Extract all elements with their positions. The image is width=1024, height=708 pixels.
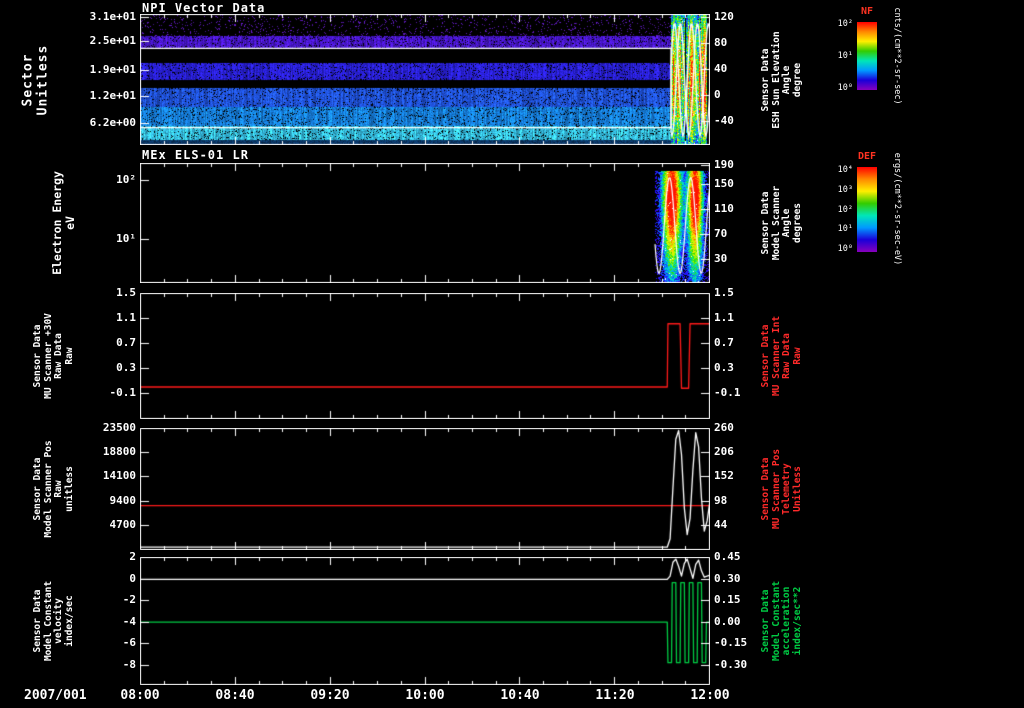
y-tick-label: 260 xyxy=(714,421,734,434)
science-plot-page: NPI Vector Data MEx ELS-01 LR Sector Uni… xyxy=(0,0,1024,708)
x-tick-label: 12:00 xyxy=(690,688,730,703)
y-tick-label: 0.7 xyxy=(714,336,734,349)
y-axis-label-mu-scanner-int: Sensor Data MU Scanner Int Raw Data Raw xyxy=(759,315,803,397)
y-tick-label: 190 xyxy=(714,158,734,172)
x-tick-label: 11:20 xyxy=(595,688,635,703)
colorbar-tick-label: 10¹ xyxy=(837,224,853,235)
plot-canvas-1 xyxy=(140,163,710,283)
y-tick-label: 110 xyxy=(714,202,734,216)
colorbar-nf xyxy=(857,22,877,90)
y-tick-label: 0.45 xyxy=(714,550,741,563)
y-tick-label: 120 xyxy=(714,9,734,23)
y-tick-label: 1.5 xyxy=(116,286,136,299)
panel-title-els: MEx ELS-01 LR xyxy=(142,148,249,162)
y-tick-label: 10¹ xyxy=(116,232,136,246)
y-tick-label: 0.3 xyxy=(714,361,734,374)
colorbar-tick-label: 10¹ xyxy=(837,51,853,61)
plot-canvas-0 xyxy=(140,14,710,145)
colorbar-nf-title: NF xyxy=(860,6,874,17)
y-tick-label: 1.1 xyxy=(116,311,136,324)
y-tick-label: 70 xyxy=(714,227,728,241)
y-tick-label: -0.30 xyxy=(714,657,748,671)
y-tick-label: 206 xyxy=(714,445,734,459)
y-tick-label: 1.1 xyxy=(714,311,734,324)
colorbar-tick-label: 10⁰ xyxy=(837,244,853,255)
plot-canvas-4 xyxy=(140,557,710,685)
y-axis-label-model-scanner-angle: Sensor Data Model Scanner Angle degrees xyxy=(759,185,803,261)
y-tick-label: 0.15 xyxy=(714,593,741,607)
y-tick-label: 98 xyxy=(714,493,728,507)
x-tick-label: 10:00 xyxy=(405,688,445,703)
y-tick-label: 0.00 xyxy=(714,614,741,628)
y-tick-label: 23500 xyxy=(102,421,136,434)
y-tick-label: -0.1 xyxy=(714,386,741,399)
colorbar-def xyxy=(857,167,877,252)
panel-title-npi: NPI Vector Data xyxy=(142,1,266,15)
y-tick-label: 30 xyxy=(714,252,728,266)
colorbar-tick-label: 10³ xyxy=(837,184,853,195)
y-tick-label: -0.1 xyxy=(109,386,137,399)
y-tick-label: 2 xyxy=(129,550,136,563)
y-tick-label: 6.2e+00 xyxy=(89,116,136,130)
x-tick-label: 09:20 xyxy=(310,688,350,703)
x-tick-label: 08:40 xyxy=(215,688,255,703)
colorbar-nf-unit: cnts/(cm**2-sr-sec) xyxy=(892,7,902,105)
y-tick-label: 1.2e+01 xyxy=(89,88,136,102)
x-tick-label: 08:00 xyxy=(120,688,160,703)
y-axis-label-sector: Sector Unitless xyxy=(20,44,50,116)
y-tick-label: -40 xyxy=(714,113,734,127)
y-tick-label: -6 xyxy=(122,636,136,650)
y-tick-label: 0 xyxy=(714,87,721,101)
plot-canvas-3 xyxy=(140,428,710,550)
y-tick-label: 152 xyxy=(714,469,734,483)
y-tick-label: 0.7 xyxy=(116,336,136,349)
y-tick-label: 4700 xyxy=(109,517,137,531)
y-tick-label: -8 xyxy=(122,657,136,671)
x-axis-date-label: 2007/001 xyxy=(24,688,87,703)
y-tick-label: 1.5 xyxy=(714,286,734,299)
y-tick-label: -0.15 xyxy=(714,636,748,650)
y-tick-label: 1.9e+01 xyxy=(89,62,136,76)
y-tick-label: 10² xyxy=(116,172,136,186)
plot-canvas-2 xyxy=(140,293,710,419)
colorbar-def-title: DEF xyxy=(857,151,877,162)
y-tick-label: 0.30 xyxy=(714,571,741,585)
y-tick-label: 44 xyxy=(714,517,728,531)
y-tick-label: 150 xyxy=(714,176,734,190)
y-tick-label: 9400 xyxy=(109,493,137,507)
y-tick-label: 3.1e+01 xyxy=(89,9,136,23)
y-tick-label: 0 xyxy=(129,571,136,585)
y-tick-label: 40 xyxy=(714,61,728,75)
y-tick-label: 0.3 xyxy=(116,361,136,374)
colorbar-tick-label: 10² xyxy=(837,204,853,215)
y-tick-label: -2 xyxy=(122,593,136,607)
y-tick-label: 80 xyxy=(714,35,728,49)
colorbar-tick-label: 10² xyxy=(837,19,853,30)
colorbar-def-unit: ergs/(cm**2-sr-sec-eV) xyxy=(892,152,902,266)
y-tick-label: 2.5e+01 xyxy=(89,34,136,48)
y-tick-label: 14100 xyxy=(102,469,136,483)
colorbar-tick-label: 10⁰ xyxy=(837,82,853,93)
y-tick-label: 18800 xyxy=(102,445,136,459)
y-tick-label: -4 xyxy=(122,614,136,628)
colorbar-tick-label: 10⁴ xyxy=(837,164,853,175)
x-tick-label: 10:40 xyxy=(500,688,540,703)
